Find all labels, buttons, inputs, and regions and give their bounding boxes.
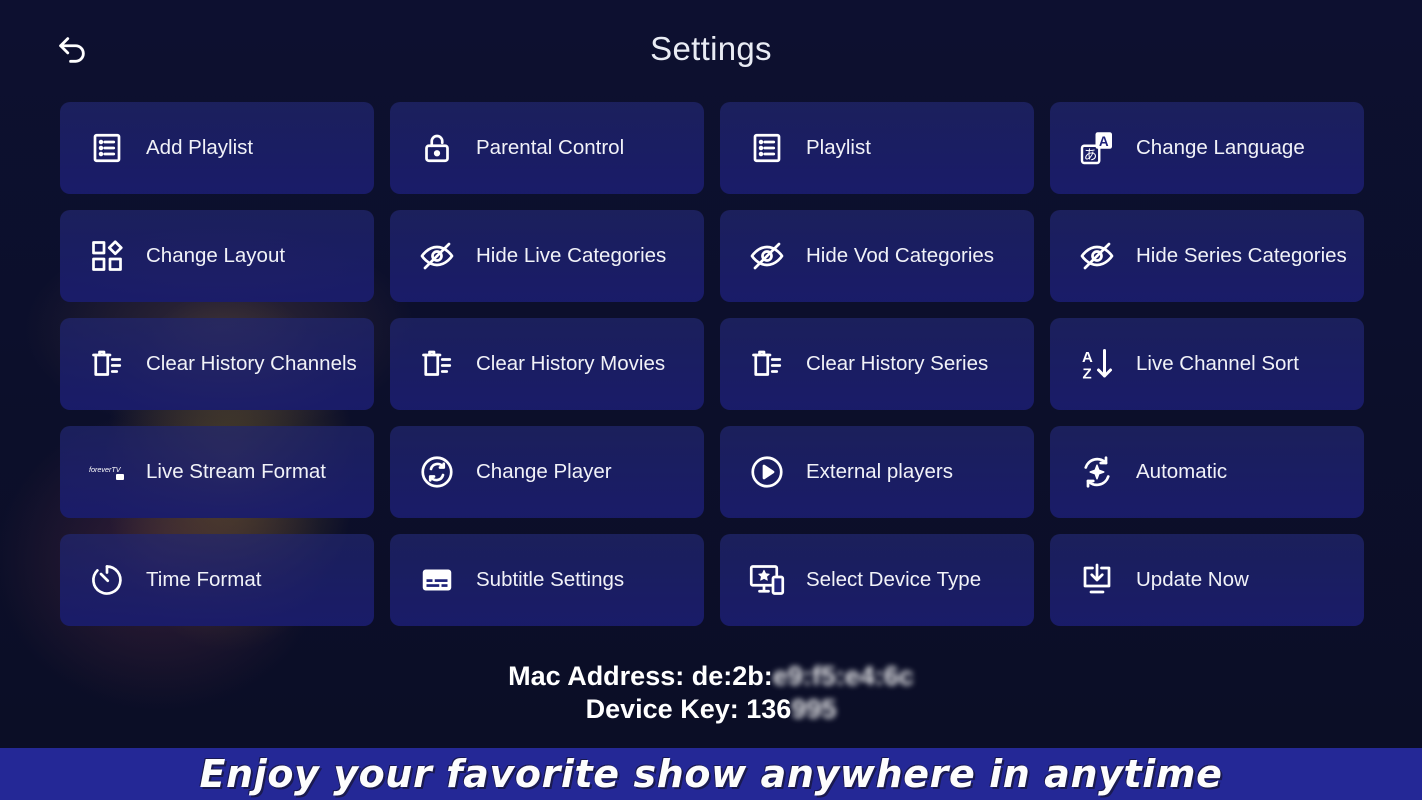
tile-label: Live Channel Sort — [1136, 352, 1299, 375]
tile-clear-history-series[interactable]: Clear History Series — [720, 318, 1034, 410]
tile-label: Clear History Movies — [476, 352, 666, 375]
tile-label: Time Format — [146, 568, 262, 591]
device-key-value: 136 — [746, 694, 792, 724]
translate-icon: Aあ — [1078, 129, 1116, 167]
tile-update-now[interactable]: Update Now — [1050, 534, 1364, 626]
tile-parental-control[interactable]: Parental Control — [390, 102, 704, 194]
tile-label: Select Device Type — [806, 568, 982, 591]
tile-clear-history-channels[interactable]: Clear History Channels — [60, 318, 374, 410]
device-info: Mac Address: de:2b:e9:f5:e4:6c Device Ke… — [0, 660, 1422, 726]
page-title: Settings — [650, 30, 772, 67]
tile-label: Hide Live Categories — [476, 244, 667, 267]
device-icon — [748, 561, 786, 599]
tile-live-stream-format[interactable]: foreverTV Live Stream Format — [60, 426, 374, 518]
layout-icon — [88, 237, 126, 275]
tile-change-language[interactable]: A あ Change Language — [1050, 102, 1364, 194]
list-icon — [748, 129, 786, 167]
tile-hide-vod-categories[interactable]: Hide Vod Categories — [720, 210, 1034, 302]
clear-history-icon — [418, 345, 456, 383]
promo-banner-text: Enjoy your favorite show anywhere in any… — [199, 752, 1223, 796]
tile-label: Change Language — [1136, 136, 1305, 159]
tile-label: Update Now — [1136, 568, 1249, 591]
mac-address: Mac Address: de:2b:e9:f5:e4:6c — [0, 660, 1422, 693]
tile-change-layout[interactable]: Change Layout — [60, 210, 374, 302]
automatic-icon — [1078, 453, 1116, 491]
tile-label: Subtitle Settings — [476, 568, 625, 591]
settings-grid: Add Playlist Parental Control Playlist A あ Ch… — [60, 102, 1364, 626]
tile-label: Playlist — [806, 136, 871, 159]
device-key-redacted: 995 — [791, 694, 837, 724]
promo-banner: Enjoy your favorite show anywhere in any… — [0, 748, 1422, 800]
update-icon — [1078, 561, 1116, 599]
subtitles-icon — [418, 561, 456, 599]
svg-text:あ: あ — [1084, 148, 1098, 164]
tile-add-playlist[interactable]: Add Playlist — [60, 102, 374, 194]
eye-off-icon — [748, 237, 786, 275]
device-key-label: Device Key: — [585, 694, 739, 724]
tile-time-format[interactable]: Time Format — [60, 534, 374, 626]
lock-icon — [418, 129, 456, 167]
clear-history-icon — [88, 345, 126, 383]
tile-playlist[interactable]: Playlist — [720, 102, 1034, 194]
tile-clear-history-movies[interactable]: Clear History Movies — [390, 318, 704, 410]
tile-label: Clear History Channels — [146, 352, 357, 375]
tile-label: Live Stream Format — [146, 460, 326, 483]
tile-label: External players — [806, 460, 953, 483]
tile-automatic[interactable]: Automatic — [1050, 426, 1364, 518]
stream-format-icon: foreverTV — [88, 453, 126, 491]
tile-label: Change Player — [476, 460, 612, 483]
mac-address-value: de:2b: — [691, 661, 773, 691]
svg-text:Z: Z — [1082, 365, 1091, 382]
tile-select-device-type[interactable]: Select Device Type — [720, 534, 1034, 626]
list-icon — [88, 129, 126, 167]
tile-label: Change Layout — [146, 244, 286, 267]
tile-label: Hide Series Categories — [1136, 244, 1347, 267]
tile-label: Hide Vod Categories — [806, 244, 995, 267]
tile-live-channel-sort[interactable]: A Z Live Channel Sort — [1050, 318, 1364, 410]
device-key: Device Key: 136995 — [0, 693, 1422, 726]
eye-off-icon — [1078, 237, 1116, 275]
mac-address-label: Mac Address: — [508, 661, 685, 691]
tile-label: Parental Control — [476, 136, 625, 159]
play-circle-icon — [748, 453, 786, 491]
stream-format-icon-text: foreverTV — [89, 465, 122, 474]
tile-label: Clear History Series — [806, 352, 989, 375]
tile-label: Add Playlist — [146, 136, 254, 159]
timer-icon — [88, 561, 126, 599]
mac-address-redacted: e9:f5:e4:6c — [772, 661, 914, 691]
sort-az-icon: AZ — [1078, 345, 1116, 383]
tile-external-players[interactable]: External players — [720, 426, 1034, 518]
svg-text:A: A — [1099, 134, 1109, 149]
tile-hide-series-categories[interactable]: Hide Series Categories — [1050, 210, 1364, 302]
tile-subtitle-settings[interactable]: Subtitle Settings — [390, 534, 704, 626]
change-player-icon — [418, 453, 456, 491]
svg-text:A: A — [1082, 349, 1093, 366]
clear-history-icon — [748, 345, 786, 383]
tile-label: Automatic — [1136, 460, 1228, 483]
tile-change-player[interactable]: Change Player — [390, 426, 704, 518]
tile-hide-live-categories[interactable]: Hide Live Categories — [390, 210, 704, 302]
eye-off-icon — [418, 237, 456, 275]
